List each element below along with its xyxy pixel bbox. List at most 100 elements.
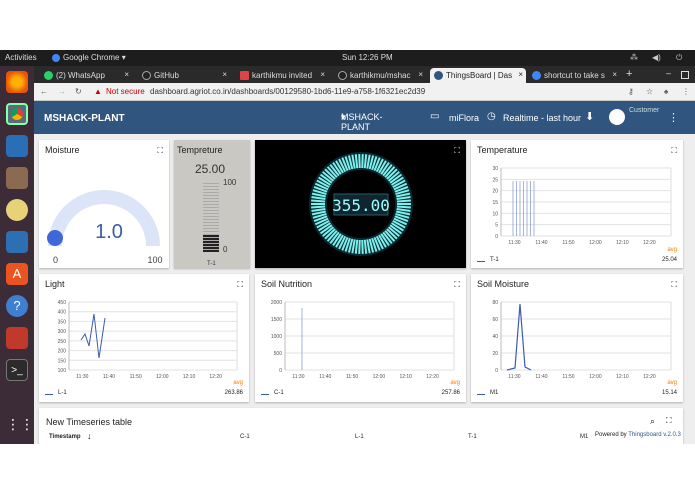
tab-gmail[interactable]: karthikmu invited × xyxy=(236,68,328,83)
firefox-icon[interactable] xyxy=(6,71,28,93)
legend-avg-value: 25.04 xyxy=(661,257,677,263)
close-icon[interactable]: × xyxy=(124,70,129,79)
column-header[interactable]: M1 xyxy=(580,434,588,440)
x-tick-label: 11:50 xyxy=(562,374,574,380)
whatsapp-icon xyxy=(44,71,53,80)
x-tick-label: 12:00 xyxy=(589,240,602,246)
soil-moisture-widget[interactable]: Soil Moisture ⛶ 80 60 40 20 0 11:30 11:40 11:50… xyxy=(471,274,683,402)
tab-thingsboard[interactable]: ThingsBoard | Das × xyxy=(430,68,526,83)
soil-moisture-chart: 80 60 40 20 0 11:30 11:40 11:50 12:00 12:10 12:20 xyxy=(492,300,672,380)
app-menu[interactable]: Google Chrome ▾ xyxy=(63,53,126,62)
gauge-max: 100 xyxy=(147,255,162,265)
thunderbird-icon[interactable] xyxy=(6,135,28,157)
warning-icon: ▲ xyxy=(94,87,102,96)
moisture-widget[interactable]: Moisture ⛶ 1.0 0 100 xyxy=(39,140,169,268)
gauge-max: 100 xyxy=(223,178,237,187)
y-tick-label: 200 xyxy=(58,349,67,355)
tempreture-widget[interactable]: Tempreture 25.00 100 0 T-1 xyxy=(174,140,250,268)
software-icon[interactable]: A xyxy=(6,263,28,285)
column-header[interactable]: L-1 xyxy=(355,434,364,440)
x-tick-label: 11:30 xyxy=(508,240,520,246)
entity-alias-icon[interactable]: ▭ xyxy=(430,111,439,122)
close-icon[interactable]: × xyxy=(612,70,617,79)
back-icon[interactable]: ← xyxy=(40,87,48,96)
avatar[interactable] xyxy=(609,109,625,125)
files-icon[interactable] xyxy=(6,167,28,189)
dashboard-toolbar: MSHACK-PLANT MSHACK-PLANT ▾ ▭ miFlora ◷ … xyxy=(34,101,695,134)
tab-github[interactable]: GitHub × xyxy=(138,68,230,83)
help-icon[interactable]: ? xyxy=(6,295,28,317)
fullscreen-icon[interactable]: ⛶ xyxy=(666,416,672,426)
browser-menu-icon[interactable]: ⋮ xyxy=(682,87,690,96)
x-tick-label: 12:20 xyxy=(426,374,439,380)
gauge-min: 0 xyxy=(53,255,58,265)
timewindow-button[interactable]: Realtime - last hour xyxy=(503,113,581,123)
x-tick-label: 11:40 xyxy=(535,374,547,380)
reload-icon[interactable]: ↻ xyxy=(75,87,82,96)
address-bar: ← → ↻ ▲ Not secure dashboard.agriot.co.i… xyxy=(34,83,695,101)
extension-icon[interactable]: ♠ xyxy=(664,87,668,96)
search-icon[interactable]: ⌕ xyxy=(650,416,655,427)
power-icon[interactable]: ⏻ xyxy=(676,53,682,63)
entity-alias-value[interactable]: miFlora xyxy=(449,113,479,123)
legend-avg-value: 263.86 xyxy=(224,390,243,396)
series-line xyxy=(80,313,106,359)
terminal-icon[interactable]: >_ xyxy=(6,359,28,381)
dock: A ? >_ ⋮⋮⋮ xyxy=(0,66,48,444)
clock-icon[interactable]: ◷ xyxy=(487,111,496,122)
apps-grid-icon[interactable]: ⋮⋮⋮ xyxy=(6,416,48,438)
legend-avg-label: avg xyxy=(450,380,460,386)
minimize-button[interactable]: – xyxy=(666,68,671,78)
more-menu-icon[interactable]: ⋮ xyxy=(668,111,679,124)
activities-button[interactable]: Activities xyxy=(5,53,37,62)
soil-nutrition-widget[interactable]: Soil Nutrition ⛶ 2000 1500 1000 500 0 11:30 11… xyxy=(255,274,466,402)
forward-icon[interactable]: → xyxy=(58,87,66,96)
y-tick-label: 2000 xyxy=(271,300,282,306)
key-icon[interactable]: ⚷ xyxy=(628,87,634,96)
bookmark-star-icon[interactable]: ☆ xyxy=(646,87,653,96)
github-icon xyxy=(142,71,151,80)
writer-icon[interactable] xyxy=(6,231,28,253)
y-tick-label: 15 xyxy=(492,200,498,206)
close-icon[interactable]: × xyxy=(518,70,523,79)
y-tick-label: 40 xyxy=(492,334,498,340)
widget-title: New Timeseries table xyxy=(46,417,133,427)
column-header[interactable]: T-1 xyxy=(468,434,477,440)
y-tick-label: 60 xyxy=(492,317,498,323)
powered-by-link[interactable]: Thingsboard v.2.0.3 xyxy=(628,432,681,438)
lcd-ring-tick xyxy=(311,199,326,203)
sort-arrow-icon[interactable]: ↓ xyxy=(87,431,92,441)
temperature-widget[interactable]: Temperature ⛶ 30 25 20 15 10 5 0 11:30 11:40 11:5… xyxy=(471,140,683,268)
tab-whatsapp[interactable]: (2) WhatsApp × xyxy=(40,68,132,83)
tab-github-repo[interactable]: karthikmu/mshac × xyxy=(334,68,426,83)
y-tick-label: 450 xyxy=(58,300,67,306)
tab-google[interactable]: shortcut to take s × xyxy=(528,68,620,83)
timeseries-table-widget[interactable]: New Timeseries table ⌕ ⛶ Timestamp ↓ C-1… xyxy=(39,408,683,444)
clock[interactable]: Sun 12:26 PM xyxy=(342,53,393,62)
close-icon[interactable]: × xyxy=(222,70,227,79)
network-icon[interactable]: ⁂ xyxy=(630,53,638,62)
gauge-min: 0 xyxy=(223,245,228,254)
y-tick-label: 250 xyxy=(58,339,67,345)
close-icon[interactable]: × xyxy=(418,70,423,79)
url-input[interactable]: dashboard.agriot.co.in/dashboards/001295… xyxy=(150,87,425,96)
download-icon[interactable]: ⬇ xyxy=(585,110,594,123)
maximize-button[interactable] xyxy=(681,71,689,79)
lcd-ring-tick xyxy=(311,205,326,209)
light-widget[interactable]: Light ⛶ 450 400 350 300 250 200 150 100 11:30 11:… xyxy=(39,274,249,402)
y-tick-label: 30 xyxy=(492,166,498,172)
new-tab-button[interactable]: + xyxy=(626,68,632,80)
lcd-gauge: 355.00 xyxy=(309,152,413,256)
not-secure-label[interactable]: Not secure xyxy=(106,87,145,96)
tab-label: (2) WhatsApp xyxy=(56,71,105,80)
column-header[interactable]: C-1 xyxy=(240,434,250,440)
close-icon[interactable]: × xyxy=(320,70,325,79)
settings-icon[interactable] xyxy=(6,327,28,349)
moisture-gauge: 1.0 0 100 xyxy=(47,190,163,265)
lcd-widget[interactable]: ⛶ 355.00 xyxy=(255,140,466,268)
column-header-timestamp[interactable]: Timestamp xyxy=(49,434,81,440)
volume-icon[interactable]: ◀) xyxy=(652,53,661,62)
temperature-chart: 30 25 20 15 10 5 0 11:30 11:40 11:50 12:00 12:10 12:… xyxy=(492,166,672,246)
y-tick-label: 350 xyxy=(58,319,67,325)
rhythmbox-icon[interactable] xyxy=(6,199,28,221)
